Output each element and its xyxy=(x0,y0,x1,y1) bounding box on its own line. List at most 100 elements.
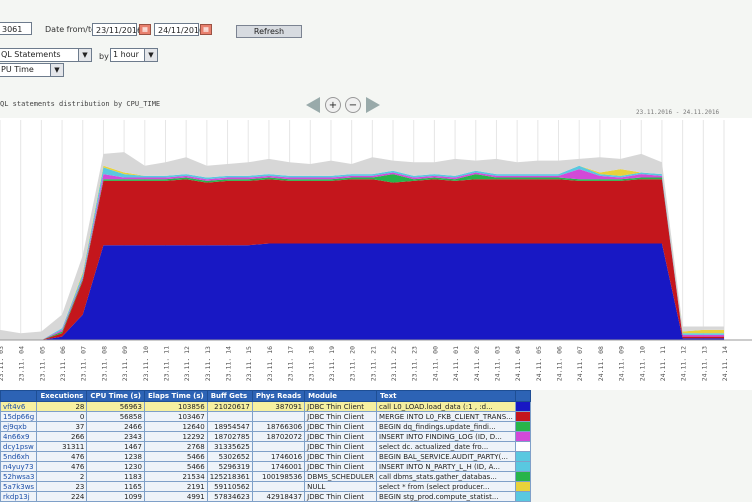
cell-buff: 125218361 xyxy=(206,471,253,482)
color-swatch xyxy=(514,401,531,412)
cell-id[interactable]: 5nd6xh xyxy=(0,451,38,462)
cell-id[interactable]: rkdp13j xyxy=(0,491,38,502)
date-to-input[interactable]: 24/11/2016 xyxy=(154,23,204,36)
cell-text: call L0_LOAD.load_data (:1 , :d... xyxy=(376,401,516,412)
cell-cpu: 1183 xyxy=(86,471,145,482)
x-tick-label: 23.11. 18 xyxy=(307,346,315,381)
color-swatch xyxy=(514,431,531,442)
table-row[interactable]: 15dp66g 0 56858 103467 JDBC Thin Client MERGE… xyxy=(0,411,531,422)
cell-cpu: 1165 xyxy=(86,481,145,492)
x-tick-label: 24.11. 08 xyxy=(597,346,605,381)
cell-id[interactable]: dcy1psw xyxy=(0,441,38,452)
cell-executions: 224 xyxy=(36,491,88,502)
cell-phys xyxy=(251,411,306,422)
table-row[interactable]: vft4v6 28 56963 103856 21020617 387091 JDBC Th… xyxy=(0,401,531,412)
x-tick-label: 23.11. 16 xyxy=(266,346,274,381)
cell-id[interactable]: ej9qxb xyxy=(0,421,38,432)
chart-date-range: 23.11.2016 - 24.11.2016 xyxy=(636,109,720,116)
x-tick-label: 23.11. 23 xyxy=(411,346,419,381)
cell-elaps: 2768 xyxy=(143,441,208,452)
cell-module: DBMS_SCHEDULER xyxy=(304,471,378,482)
cell-phys: 18766306 xyxy=(251,421,306,432)
x-tick-label: 24.11. 03 xyxy=(493,346,501,381)
table-row[interactable]: rkdp13j 224 1099 4991 57834623 42918437 JDBC T… xyxy=(0,491,531,502)
cell-id[interactable]: vft4v6 xyxy=(0,401,38,412)
x-tick-label: 23.11. 22 xyxy=(390,346,398,381)
col-buff-gets[interactable]: Buff Gets xyxy=(206,390,253,402)
metric-select[interactable]: PU Time ▼ xyxy=(0,63,64,77)
cell-executions: 31311 xyxy=(36,441,88,452)
chart-areas xyxy=(0,152,724,340)
col-text[interactable]: Text xyxy=(376,390,516,402)
cell-executions: 23 xyxy=(36,481,88,492)
pan-left-icon[interactable] xyxy=(306,97,320,113)
x-tick-label: 24.11. 11 xyxy=(659,346,667,381)
table-row[interactable]: 4n66x9 266 2343 12292 18702785 18702072 JDBC T… xyxy=(0,431,531,442)
cell-module: JDBC Thin Client xyxy=(304,491,378,502)
col-id xyxy=(0,390,38,402)
stacked-area-chart: 23.11. 03 23.11. 04 23.11. 05 23.11. 06 23.1… xyxy=(0,118,752,390)
color-swatch xyxy=(514,441,531,452)
col-executions[interactable]: Executions xyxy=(36,390,88,402)
cell-text: INSERT INTO FINDING_LOG (ID, D... xyxy=(376,431,516,442)
cell-id[interactable]: 15dp66g xyxy=(0,411,38,422)
col-phys-reads[interactable]: Phys Reads xyxy=(251,390,306,402)
x-tick-label: 24.11. 13 xyxy=(700,346,708,381)
cell-module: JDBC Thin Client xyxy=(304,461,378,472)
table-row[interactable]: ej9qxb 37 2466 12640 18954547 18766306 JDBC Th… xyxy=(0,421,531,432)
zoom-in-button[interactable]: + xyxy=(325,97,341,113)
group-select-value: QL Statements xyxy=(1,50,61,59)
x-tick-label: 23.11. 20 xyxy=(349,346,357,381)
cell-phys xyxy=(251,481,306,492)
cell-text: select * from (select producer... xyxy=(376,481,516,492)
x-tick-label: 23.11. 15 xyxy=(245,346,253,381)
x-tick-label: 23.11. 08 xyxy=(100,346,108,381)
col-cpu-time[interactable]: CPU Time (s) xyxy=(86,390,145,402)
calendar-to-icon[interactable]: ▦ xyxy=(200,24,212,35)
table-row[interactable]: n4yuy73 476 1230 5466 5296319 1746001 JDBC Thi… xyxy=(0,461,531,472)
cell-id[interactable]: 4n66x9 xyxy=(0,431,38,442)
table-row[interactable]: 52hwsa3 2 1183 21534 125218361 100198536 DBMS_… xyxy=(0,471,531,482)
cell-text: MERGE INTO L0_FKB_CLIENT_TRANS... xyxy=(376,411,516,422)
color-swatch xyxy=(514,481,531,492)
chevron-down-icon: ▼ xyxy=(144,49,157,61)
cell-id[interactable]: 52hwsa3 xyxy=(0,471,38,482)
x-tick-label: 23.11. 19 xyxy=(328,346,336,381)
table-row[interactable]: 5a7k3ws 23 1165 2191 59110562 NULL select * fr… xyxy=(0,481,531,492)
interval-select-value: 1 hour xyxy=(113,50,139,59)
cell-buff: 5302652 xyxy=(206,451,253,462)
instance-field[interactable]: 3061 xyxy=(0,22,32,35)
calendar-from-icon[interactable]: ▦ xyxy=(139,24,151,35)
col-elaps-time[interactable]: Elaps Time (s) xyxy=(143,390,208,402)
color-swatch xyxy=(514,471,531,482)
date-label: Date from/to: xyxy=(45,25,99,34)
col-module[interactable]: Module xyxy=(304,390,378,402)
x-tick-label: 24.11. 06 xyxy=(556,346,564,381)
cell-text: BEGIN BAL_SERVICE.AUDIT_PARTY(... xyxy=(376,451,516,462)
cell-elaps: 12640 xyxy=(143,421,208,432)
cell-executions: 476 xyxy=(36,451,88,462)
cell-elaps: 12292 xyxy=(143,431,208,442)
x-tick-label: 24.11. 02 xyxy=(473,346,481,381)
cell-phys: 1746001 xyxy=(251,461,306,472)
cell-cpu: 1238 xyxy=(86,451,145,462)
cell-id[interactable]: n4yuy73 xyxy=(0,461,38,472)
cell-elaps: 103467 xyxy=(143,411,208,422)
cell-phys: 387091 xyxy=(251,401,306,412)
x-tick-label: 23.11. 14 xyxy=(225,346,233,381)
table-row[interactable]: dcy1psw 31311 1467 2768 31335625 JDBC Thin Cl… xyxy=(0,441,531,452)
date-from-input[interactable]: 23/11/2016 xyxy=(92,23,142,36)
by-label: by xyxy=(99,52,109,61)
cell-phys xyxy=(251,441,306,452)
cell-elaps: 5466 xyxy=(143,461,208,472)
cell-text: call dbms_stats.gather_databas... xyxy=(376,471,516,482)
pan-right-icon[interactable] xyxy=(366,97,380,113)
group-select[interactable]: QL Statements ▼ xyxy=(0,48,92,62)
table-row[interactable]: 5nd6xh 476 1238 5466 5302652 1746016 JDBC Thin… xyxy=(0,451,531,462)
color-swatch xyxy=(514,451,531,462)
interval-select[interactable]: 1 hour ▼ xyxy=(110,48,158,62)
x-tick-label: 23.11. 04 xyxy=(18,346,26,381)
zoom-out-button[interactable]: − xyxy=(345,97,361,113)
cell-id[interactable]: 5a7k3ws xyxy=(0,481,38,492)
refresh-button[interactable]: Refresh xyxy=(236,25,302,38)
